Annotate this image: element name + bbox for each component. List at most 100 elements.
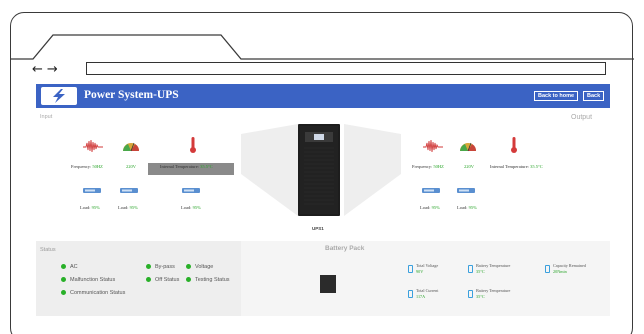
- output-temperature-label: Internal Temperature:: [490, 164, 529, 169]
- stat-value: 20Nmin: [553, 268, 567, 274]
- back-button[interactable]: Back: [583, 91, 605, 101]
- back-arrow-icon[interactable]: ←: [32, 62, 47, 77]
- back-to-home-button[interactable]: Back to home: [534, 91, 579, 101]
- stat-value: 35°C: [476, 268, 485, 274]
- page-title: Power System-UPS: [84, 89, 179, 101]
- load-label: Load:: [80, 205, 91, 210]
- forward-arrow-icon[interactable]: →: [47, 62, 62, 77]
- status-communication: Communication Status: [61, 290, 125, 296]
- stat-value: 35°C: [476, 293, 485, 299]
- ups-cabinet-image[interactable]: [298, 124, 340, 216]
- stat-label: Battery Temperature: [476, 263, 511, 268]
- output-frequency-value: 50HZ: [433, 164, 444, 169]
- battery-pack-image: [320, 275, 336, 293]
- frequency-wave-icon: [422, 137, 444, 155]
- address-bar[interactable]: [86, 62, 606, 75]
- status-off: Off Status: [146, 277, 179, 283]
- status-ok-dot: [61, 277, 66, 282]
- status-ac: AC: [61, 264, 78, 270]
- load-meter-icon: [81, 182, 103, 200]
- status-ok-dot: [186, 277, 191, 282]
- status-ok-dot: [146, 264, 151, 269]
- capacity-remained-stat: Capacity Remained 20Nmin: [553, 263, 586, 274]
- stat-label: Total Voltage: [416, 263, 439, 268]
- status-label: AC: [70, 264, 78, 270]
- load-value: 95%: [91, 205, 100, 210]
- input-frequency-label: Frequency:: [71, 164, 92, 169]
- input-temperature-label: Internal Temperature:: [160, 164, 199, 169]
- frequency-wave-icon: [82, 137, 104, 155]
- status-ok-dot: [186, 264, 191, 269]
- input-temperature-caption: Internal Temperature: 35.5°C: [160, 164, 213, 169]
- load-meter-icon: [118, 182, 140, 200]
- voltage-gauge-icon: [457, 137, 479, 155]
- load-label: Load:: [118, 205, 129, 210]
- load-meter-icon: [180, 182, 202, 200]
- battery-temperature-stat: Battery Temperature 35°C: [476, 263, 510, 274]
- output-temperature-caption: Internal Temperature: 35.5°C: [490, 164, 543, 169]
- battery-pack-title: Battery Pack: [325, 245, 365, 252]
- battery-icon: [408, 290, 413, 298]
- app-header: Power System-UPS Back to home Back: [36, 84, 610, 108]
- ups-name-label: UPS1: [312, 226, 324, 231]
- status-label: Communication Status: [70, 290, 126, 296]
- status-malfunction: Malfunction Status: [61, 277, 115, 283]
- stat-label: Total Current: [416, 288, 439, 293]
- battery-icon: [408, 265, 413, 273]
- logo-icon: [41, 87, 77, 105]
- nav-buttons: ←→: [32, 62, 62, 77]
- stat-label: Battery Temperature: [476, 288, 511, 293]
- input-load-caption: Load: 95%: [118, 205, 138, 210]
- load-meter-icon: [420, 182, 442, 200]
- load-value: 95%: [468, 205, 477, 210]
- input-voltage-caption: 220V: [126, 164, 136, 169]
- status-label: Voltage: [195, 264, 214, 270]
- status-testing: Testing Status: [186, 277, 230, 283]
- bottom-panel: Status AC By-pass Voltage Malfunction St…: [36, 241, 610, 316]
- battery-icon: [468, 290, 473, 298]
- stat-value: 90V: [416, 268, 424, 274]
- stat-value: 117A: [416, 293, 426, 299]
- voltage-gauge-icon: [120, 137, 142, 155]
- load-label: Load:: [457, 205, 468, 210]
- output-load-caption: Load: 95%: [420, 205, 440, 210]
- status-voltage: Voltage: [186, 264, 213, 270]
- input-frequency-caption: Frequency: 50HZ: [71, 164, 103, 169]
- status-label: Testing Status: [195, 277, 230, 283]
- status-label: By-pass: [155, 264, 175, 270]
- status-ok-dot: [61, 264, 66, 269]
- output-temperature-value: 35.5°C: [530, 164, 543, 169]
- status-section-label: Status: [40, 247, 56, 253]
- load-label: Load:: [420, 205, 431, 210]
- total-voltage-stat: Total Voltage 90V: [416, 263, 438, 274]
- browser-tab[interactable]: [11, 13, 634, 65]
- input-temperature-value: 35.5°C: [200, 164, 213, 169]
- input-section-label: Input: [40, 114, 53, 120]
- output-voltage-value: 220V: [464, 164, 474, 169]
- load-value: 95%: [431, 205, 440, 210]
- thermometer-icon: [503, 135, 525, 153]
- input-load-caption: Load: 95%: [80, 205, 100, 210]
- status-ok-dot: [146, 277, 151, 282]
- output-frequency-label: Frequency:: [412, 164, 433, 169]
- output-load-caption: Load: 95%: [457, 205, 477, 210]
- input-voltage-value: 220V: [126, 164, 136, 169]
- status-label: Malfunction Status: [70, 277, 116, 283]
- load-label: Load:: [181, 205, 192, 210]
- output-voltage-caption: 220V: [464, 164, 474, 169]
- battery-temperature-stat: Battery Temperature 35°C: [476, 288, 510, 299]
- input-frequency-value: 50HZ: [92, 164, 103, 169]
- status-bypass: By-pass: [146, 264, 175, 270]
- output-frequency-caption: Frequency: 50HZ: [412, 164, 444, 169]
- total-current-stat: Total Current 117A: [416, 288, 438, 299]
- battery-pack-panel: Battery Pack Total Voltage 90V Battery Te…: [241, 241, 610, 316]
- status-label: Off Status: [155, 277, 180, 283]
- load-value: 95%: [129, 205, 138, 210]
- status-ok-dot: [61, 290, 66, 295]
- load-value: 95%: [192, 205, 201, 210]
- thermometer-icon: [182, 135, 204, 153]
- stat-label: Capacity Remained: [553, 263, 586, 268]
- ups-app: Power System-UPS Back to home Back Input…: [36, 84, 610, 316]
- battery-icon: [545, 265, 550, 273]
- input-load-caption: Load: 95%: [181, 205, 201, 210]
